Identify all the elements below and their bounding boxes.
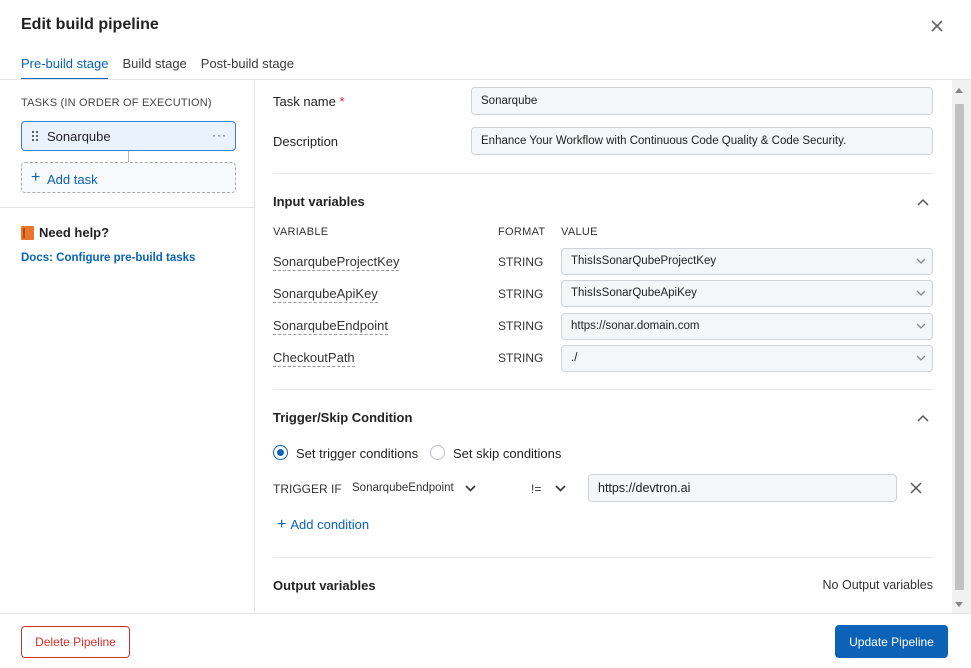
scrollbar-thumb[interactable] [955, 104, 964, 590]
update-pipeline-button[interactable]: Update Pipeline [835, 625, 948, 658]
task-sidebar: TASKS (IN ORDER OF EXECUTION) Sonarqube … [0, 80, 255, 613]
tab-build-stage[interactable]: Build stage [122, 56, 186, 80]
trigger-conditions-label: Set trigger conditions [296, 446, 419, 461]
variable-value: ./ [571, 352, 578, 364]
output-variables-title: Output variables [273, 578, 376, 593]
tab-pre-build-stage[interactable]: Pre-build stage [21, 56, 109, 80]
modal-footer: Delete Pipeline Update Pipeline [0, 613, 971, 668]
scroll-down-arrow-icon[interactable] [955, 602, 963, 607]
variable-value-select[interactable]: ./ [561, 345, 933, 372]
delete-pipeline-button[interactable]: Delete Pipeline [21, 626, 130, 658]
input-variables-title: Input variables [273, 194, 365, 209]
trigger-conditions-radio[interactable] [273, 445, 288, 460]
chevron-down-icon [916, 258, 926, 264]
task-config-panel: Task name * Sonarqube Description Enhanc… [255, 80, 952, 613]
condition-title: Trigger/Skip Condition [273, 410, 413, 425]
variable-value: ThisIsSonarQubeProjectKey [571, 255, 717, 267]
variable-value: https://sonar.domain.com [571, 320, 700, 332]
sidebar-divider [0, 207, 254, 208]
chevron-down-icon [916, 290, 926, 296]
section-divider [273, 557, 933, 558]
modal-title: Edit build pipeline [21, 16, 159, 33]
chevron-up-icon[interactable] [917, 198, 929, 206]
plus-icon: + [31, 169, 41, 186]
help-title: Need help? [39, 225, 110, 240]
variable-format: STRING [498, 319, 544, 333]
variable-name: SonarqubeApiKey [273, 286, 378, 303]
chevron-down-icon[interactable] [555, 485, 566, 492]
tab-post-build-stage[interactable]: Post-build stage [201, 56, 294, 80]
variable-name: SonarqubeEndpoint [273, 318, 388, 335]
plus-icon: + [277, 516, 287, 533]
trigger-if-label: TRIGGER IF [273, 482, 342, 496]
condition-operator-select[interactable]: != [531, 482, 541, 496]
remove-condition-icon[interactable] [909, 481, 923, 495]
no-output-text: No Output variables [822, 578, 933, 592]
add-task-label: Add task [47, 172, 98, 187]
section-divider [273, 389, 933, 390]
variable-format: STRING [498, 351, 544, 365]
format-column-header: FORMAT [498, 226, 546, 238]
task-name-input[interactable]: Sonarqube [471, 87, 933, 115]
variable-column-header: VARIABLE [273, 226, 329, 238]
stage-tabs: Pre-build stage Build stage Post-build s… [21, 56, 294, 80]
variable-value: ThisIsSonarQubeApiKey [571, 287, 697, 299]
modal-header: Edit build pipeline [0, 0, 971, 50]
skip-conditions-label: Set skip conditions [453, 446, 562, 461]
condition-variable-select[interactable]: SonarqubeEndpoint [352, 482, 454, 494]
more-options-icon[interactable]: ··· [212, 128, 227, 142]
value-column-header: VALUE [561, 226, 598, 238]
variable-value-select[interactable]: https://sonar.domain.com [561, 313, 933, 340]
chevron-down-icon[interactable] [465, 485, 476, 492]
add-task-button[interactable]: + Add task [21, 162, 236, 193]
required-mark: * [339, 94, 345, 109]
book-icon [21, 225, 34, 240]
description-input[interactable]: Enhance Your Workflow with Continuous Co… [471, 127, 933, 155]
task-item-sonarqube[interactable]: Sonarqube ··· [21, 121, 236, 151]
variable-format: STRING [498, 255, 544, 269]
chevron-down-icon [916, 355, 926, 361]
close-icon[interactable] [928, 17, 946, 35]
section-divider [273, 173, 933, 174]
variable-value-select[interactable]: ThisIsSonarQubeProjectKey [561, 248, 933, 275]
drag-handle-icon[interactable] [31, 130, 39, 142]
tasks-heading: TASKS (IN ORDER OF EXECUTION) [21, 97, 212, 109]
variable-name: CheckoutPath [273, 350, 355, 367]
task-name-label: Task name * [273, 94, 345, 109]
help-heading: Need help? [21, 225, 109, 240]
add-condition-button[interactable]: + Add condition [277, 516, 369, 534]
chevron-down-icon [916, 323, 926, 329]
scroll-up-arrow-icon[interactable] [955, 88, 963, 93]
condition-value-input[interactable]: https://devtron.ai [588, 474, 897, 502]
variable-format: STRING [498, 287, 544, 301]
variable-value-select[interactable]: ThisIsSonarQubeApiKey [561, 280, 933, 307]
chevron-up-icon[interactable] [917, 414, 929, 422]
description-label: Description [273, 134, 339, 149]
docs-link[interactable]: Docs: Configure pre-build tasks [21, 252, 195, 264]
add-condition-label: Add condition [290, 517, 370, 532]
variable-name: SonarqubeProjectKey [273, 254, 400, 271]
skip-conditions-radio[interactable] [430, 445, 445, 460]
task-name: Sonarqube [47, 129, 111, 144]
